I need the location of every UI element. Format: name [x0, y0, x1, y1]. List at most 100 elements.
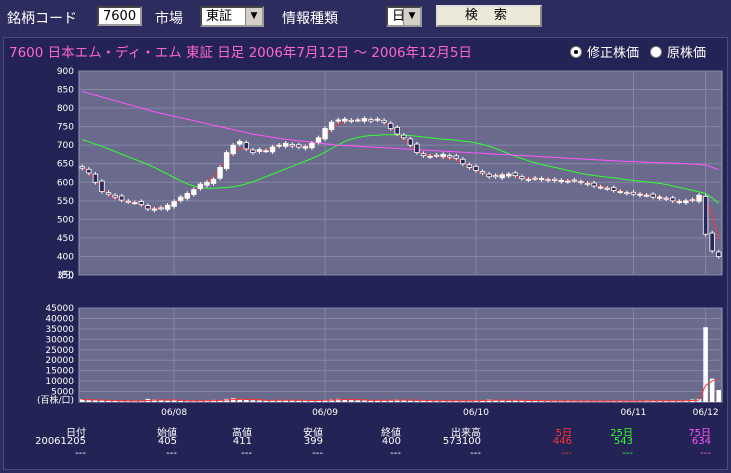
volume-bar	[408, 400, 413, 402]
candle-body	[676, 201, 683, 203]
candle-body	[361, 118, 368, 122]
candle-body	[624, 192, 630, 195]
candle-body	[453, 155, 459, 159]
candle-body	[696, 194, 702, 202]
candle-body	[440, 154, 446, 158]
volume-tick-label: 20000	[45, 356, 74, 366]
candle-body	[355, 119, 361, 122]
info-row1-col6: 446	[552, 436, 572, 447]
price-tick-label: 900	[57, 67, 74, 77]
volume-bar	[158, 400, 164, 402]
candle-body	[92, 173, 99, 183]
candle-body	[565, 180, 571, 183]
candle-body	[643, 194, 650, 197]
candle-body	[650, 193, 656, 198]
candle-body	[499, 174, 505, 179]
candle-body	[223, 152, 230, 169]
candle-body	[519, 176, 525, 179]
candle-body	[506, 173, 512, 177]
date-tick-label: 06/09	[312, 408, 338, 418]
date-tick-label: 06/08	[161, 408, 187, 418]
candle-body	[656, 196, 663, 199]
info-row1-col8: 634	[691, 436, 711, 447]
price-tick-label: 750	[57, 123, 74, 133]
candle-body	[447, 155, 453, 158]
candle-body	[171, 201, 177, 207]
info-row2-col2: ---	[241, 448, 252, 459]
volume-bar	[250, 400, 256, 402]
date-tick-label: 06/11	[620, 408, 646, 418]
candle-body	[604, 187, 610, 190]
candle-body	[670, 197, 676, 202]
volume-bar	[99, 400, 105, 402]
candle-body	[230, 144, 236, 155]
candle-body	[322, 128, 328, 140]
volume-bar	[106, 400, 111, 402]
volume-bar	[257, 400, 262, 402]
volume-bar	[368, 400, 374, 402]
volume-tick-label: 15000	[45, 367, 74, 377]
info-row1-col5: 573100	[442, 436, 481, 447]
candle-body	[394, 126, 400, 135]
volume-bar	[506, 400, 512, 402]
candle-body	[683, 200, 689, 204]
volume-bar	[348, 400, 354, 402]
candle-body	[709, 232, 715, 252]
volume-tick-label: 25000	[45, 346, 74, 356]
candle-body	[545, 179, 551, 182]
candle-body	[282, 142, 289, 147]
candle-body	[492, 175, 499, 178]
candle-body	[381, 119, 387, 123]
candle-body	[184, 192, 190, 199]
volume-bar	[184, 401, 190, 402]
volume-bar	[93, 400, 98, 402]
volume-bar	[119, 401, 124, 402]
volume-bar	[165, 400, 170, 402]
candle-body	[243, 142, 250, 150]
volume-bar	[244, 400, 249, 402]
volume-bar	[447, 401, 453, 402]
candle-body	[250, 149, 256, 153]
volume-bar	[178, 400, 183, 402]
candle-body	[525, 178, 532, 181]
candle-body	[237, 141, 243, 145]
candle-body	[427, 155, 433, 158]
info-row2-col1: ---	[166, 448, 177, 459]
volume-bar	[703, 327, 708, 402]
candle-body	[256, 149, 263, 152]
info-row1-col2: 411	[232, 436, 252, 447]
volume-bar	[401, 400, 407, 402]
candle-body	[584, 182, 591, 185]
candle-body	[401, 134, 407, 139]
candle-body	[702, 195, 709, 235]
candle-body	[269, 146, 276, 153]
volume-bar	[499, 400, 505, 402]
candle-body	[571, 179, 578, 182]
candle-body	[178, 196, 184, 201]
candle-body	[158, 207, 164, 210]
volume-unit-label: (百株/口)	[37, 394, 74, 406]
candle-body	[348, 119, 354, 122]
candle-body	[420, 153, 427, 156]
volume-bar	[355, 400, 361, 402]
candle-body	[473, 165, 479, 171]
candle-body	[217, 167, 223, 179]
candle-body	[558, 180, 564, 182]
volume-bar	[716, 390, 722, 402]
price-tick-label: 700	[57, 141, 74, 151]
candle-body	[125, 200, 131, 203]
candle-body	[551, 178, 558, 181]
price-tick-label: 600	[57, 178, 74, 188]
date-tick-label: 06/12	[693, 408, 719, 418]
volume-tick-label: 45000	[45, 304, 74, 314]
candle-body	[637, 193, 643, 196]
candle-body	[105, 192, 112, 195]
candle-body	[368, 119, 374, 122]
volume-bar	[414, 400, 420, 402]
candle-body	[342, 118, 348, 122]
candle-body	[263, 150, 269, 153]
candle-body	[486, 173, 492, 178]
candle-body	[145, 205, 151, 210]
info-row2-col6: ---	[561, 448, 572, 459]
candle-body	[309, 142, 315, 149]
